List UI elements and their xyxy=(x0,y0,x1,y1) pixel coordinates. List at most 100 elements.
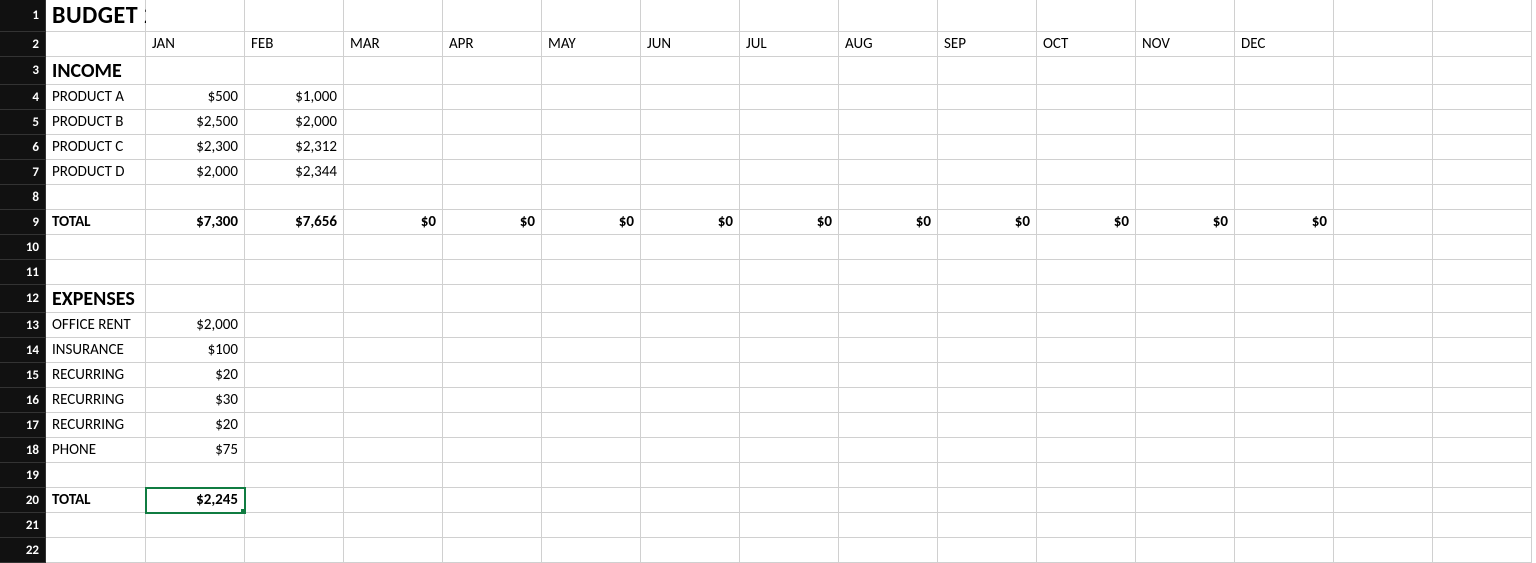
cell-r14-c14[interactable] xyxy=(1334,338,1433,363)
cell-r1-c11[interactable] xyxy=(1037,0,1136,32)
cell-r8-c14[interactable] xyxy=(1334,185,1433,210)
cell-r3-c14[interactable] xyxy=(1334,57,1433,85)
cell-r8-c4[interactable] xyxy=(344,185,443,210)
cell-r14-c7[interactable] xyxy=(641,338,740,363)
cell-r17-c2[interactable]: $20 xyxy=(146,413,245,438)
cell-r5-c1[interactable]: PRODUCT B xyxy=(46,110,146,135)
cell-r2-c11[interactable]: OCT xyxy=(1037,32,1136,57)
cell-r16-c9[interactable] xyxy=(839,388,938,413)
cell-r19-c10[interactable] xyxy=(938,463,1037,488)
cell-r15-c15[interactable] xyxy=(1433,363,1532,388)
cell-r17-c15[interactable] xyxy=(1433,413,1532,438)
cell-r3-c8[interactable] xyxy=(740,57,839,85)
cell-r8-c3[interactable] xyxy=(245,185,344,210)
cell-r15-c9[interactable] xyxy=(839,363,938,388)
cell-r10-c14[interactable] xyxy=(1334,235,1433,260)
cell-r21-c7[interactable] xyxy=(641,513,740,538)
cell-r14-c15[interactable] xyxy=(1433,338,1532,363)
cell-r1-c12[interactable] xyxy=(1136,0,1235,32)
cell-r1-c1[interactable]: BUDGET 2020 xyxy=(46,0,146,32)
cell-r13-c9[interactable] xyxy=(839,313,938,338)
cell-r4-c10[interactable] xyxy=(938,85,1037,110)
cell-r2-c14[interactable] xyxy=(1334,32,1433,57)
cell-r9-c12[interactable]: $0 xyxy=(1136,210,1235,235)
cell-r18-c5[interactable] xyxy=(443,438,542,463)
cell-r3-c4[interactable] xyxy=(344,57,443,85)
cell-r22-c11[interactable] xyxy=(1037,538,1136,563)
cell-r10-c4[interactable] xyxy=(344,235,443,260)
cell-r7-c1[interactable]: PRODUCT D xyxy=(46,160,146,185)
cell-r6-c15[interactable] xyxy=(1433,135,1532,160)
cell-r21-c4[interactable] xyxy=(344,513,443,538)
cell-r6-c13[interactable] xyxy=(1235,135,1334,160)
cell-r13-c4[interactable] xyxy=(344,313,443,338)
cell-r14-c11[interactable] xyxy=(1037,338,1136,363)
cell-r3-c9[interactable] xyxy=(839,57,938,85)
cell-r20-c15[interactable] xyxy=(1433,488,1532,513)
cell-r22-c13[interactable] xyxy=(1235,538,1334,563)
cell-r12-c8[interactable] xyxy=(740,285,839,313)
cell-r12-c6[interactable] xyxy=(542,285,641,313)
cell-r14-c4[interactable] xyxy=(344,338,443,363)
cell-r4-c4[interactable] xyxy=(344,85,443,110)
cell-r9-c14[interactable] xyxy=(1334,210,1433,235)
cell-r16-c4[interactable] xyxy=(344,388,443,413)
cell-r1-c14[interactable] xyxy=(1334,0,1433,32)
cell-r4-c9[interactable] xyxy=(839,85,938,110)
cell-r3-c12[interactable] xyxy=(1136,57,1235,85)
cell-r14-c10[interactable] xyxy=(938,338,1037,363)
cell-r4-c1[interactable]: PRODUCT A xyxy=(46,85,146,110)
cell-r22-c14[interactable] xyxy=(1334,538,1433,563)
cell-r6-c8[interactable] xyxy=(740,135,839,160)
cell-r2-c8[interactable]: JUL xyxy=(740,32,839,57)
cell-r4-c6[interactable] xyxy=(542,85,641,110)
cell-r5-c10[interactable] xyxy=(938,110,1037,135)
cell-r12-c1[interactable]: EXPENSES xyxy=(46,285,146,313)
cell-r21-c12[interactable] xyxy=(1136,513,1235,538)
cell-r22-c2[interactable] xyxy=(146,538,245,563)
cell-r9-c15[interactable] xyxy=(1433,210,1532,235)
cell-r2-c5[interactable]: APR xyxy=(443,32,542,57)
cell-r19-c11[interactable] xyxy=(1037,463,1136,488)
cell-r12-c3[interactable] xyxy=(245,285,344,313)
cell-r6-c3[interactable]: $2,312 xyxy=(245,135,344,160)
cell-r21-c15[interactable] xyxy=(1433,513,1532,538)
cell-r5-c6[interactable] xyxy=(542,110,641,135)
cell-r12-c15[interactable] xyxy=(1433,285,1532,313)
cell-r13-c15[interactable] xyxy=(1433,313,1532,338)
cell-r10-c10[interactable] xyxy=(938,235,1037,260)
cell-r6-c1[interactable]: PRODUCT C xyxy=(46,135,146,160)
cell-r11-c1[interactable] xyxy=(46,260,146,285)
cell-r19-c15[interactable] xyxy=(1433,463,1532,488)
cell-r8-c13[interactable] xyxy=(1235,185,1334,210)
cell-r20-c1[interactable]: TOTAL xyxy=(46,488,146,513)
cell-r6-c9[interactable] xyxy=(839,135,938,160)
cell-r7-c12[interactable] xyxy=(1136,160,1235,185)
cell-r13-c5[interactable] xyxy=(443,313,542,338)
cell-r4-c15[interactable] xyxy=(1433,85,1532,110)
cell-r4-c8[interactable] xyxy=(740,85,839,110)
cell-r15-c7[interactable] xyxy=(641,363,740,388)
cell-r17-c6[interactable] xyxy=(542,413,641,438)
cell-r21-c8[interactable] xyxy=(740,513,839,538)
cell-r8-c15[interactable] xyxy=(1433,185,1532,210)
cell-r13-c12[interactable] xyxy=(1136,313,1235,338)
cell-r9-c6[interactable]: $0 xyxy=(542,210,641,235)
cell-r20-c4[interactable] xyxy=(344,488,443,513)
cell-r15-c5[interactable] xyxy=(443,363,542,388)
row-header[interactable]: 7 xyxy=(0,160,46,185)
cell-r12-c13[interactable] xyxy=(1235,285,1334,313)
cell-r19-c4[interactable] xyxy=(344,463,443,488)
cell-r5-c12[interactable] xyxy=(1136,110,1235,135)
cell-r7-c15[interactable] xyxy=(1433,160,1532,185)
row-header[interactable]: 21 xyxy=(0,513,46,538)
cell-r12-c5[interactable] xyxy=(443,285,542,313)
cell-r17-c10[interactable] xyxy=(938,413,1037,438)
cell-r15-c1[interactable]: RECURRING xyxy=(46,363,146,388)
cell-r5-c5[interactable] xyxy=(443,110,542,135)
cell-r12-c9[interactable] xyxy=(839,285,938,313)
cell-r13-c1[interactable]: OFFICE RENT xyxy=(46,313,146,338)
cell-r11-c14[interactable] xyxy=(1334,260,1433,285)
cell-r16-c10[interactable] xyxy=(938,388,1037,413)
cell-r3-c11[interactable] xyxy=(1037,57,1136,85)
